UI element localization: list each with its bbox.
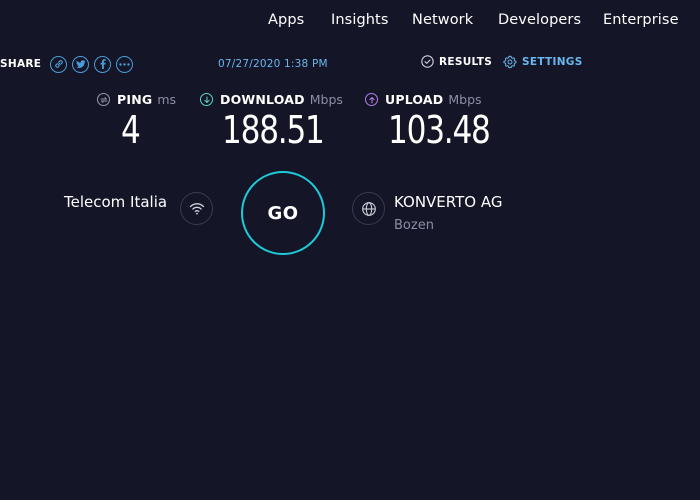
download-unit: Mbps [309,92,343,107]
upload-metric: UPLOAD Mbps 103.48 [365,92,491,152]
results-label: RESULTS [439,55,493,68]
nav-item-apps[interactable]: Apps [268,12,304,28]
nav-item-enterprise[interactable]: Enterprise [603,12,679,28]
upload-icon [365,93,378,106]
server-location: Bozen [394,218,434,233]
download-value: 188.51 [222,108,325,152]
server-name[interactable]: KONVERTO AG [394,193,502,211]
wifi-icon [180,192,213,225]
ping-label: PING [117,92,153,107]
go-button[interactable]: GO [241,171,325,255]
ping-icon [97,93,110,106]
upload-value: 103.48 [388,108,491,152]
link-icon[interactable] [50,55,68,73]
upload-unit: Mbps [448,92,482,107]
download-metric: DOWNLOAD Mbps 188.51 [200,92,343,152]
nav-item-developers[interactable]: Developers [498,12,581,28]
ping-metric: PING ms 4 [97,92,177,152]
upload-label: UPLOAD [385,92,444,107]
isp-name: Telecom Italia [64,193,168,211]
globe-icon[interactable] [352,192,385,225]
speedtest-app: Apps Insights Network Developers Enterpr… [0,0,700,500]
twitter-icon[interactable] [72,55,90,73]
share-bar: SHARE [0,54,134,74]
download-icon [200,93,213,106]
ping-value: 4 [121,108,141,152]
facebook-icon[interactable] [94,55,112,73]
gear-icon [503,55,517,69]
settings-link[interactable]: SETTINGS [503,55,583,69]
nav-item-insights[interactable]: Insights [331,12,388,28]
check-circle-icon [421,55,434,68]
top-nav: Apps Insights Network Developers Enterpr… [0,12,700,34]
settings-label: SETTINGS [522,56,583,68]
results-link[interactable]: RESULTS [421,55,492,68]
ping-unit: ms [157,92,177,107]
more-icon[interactable] [116,55,134,73]
nav-item-network[interactable]: Network [412,12,473,28]
share-label: SHARE [0,58,42,70]
download-label: DOWNLOAD [220,92,305,107]
result-datetime: 07/27/2020 1:38 PM [218,58,328,70]
